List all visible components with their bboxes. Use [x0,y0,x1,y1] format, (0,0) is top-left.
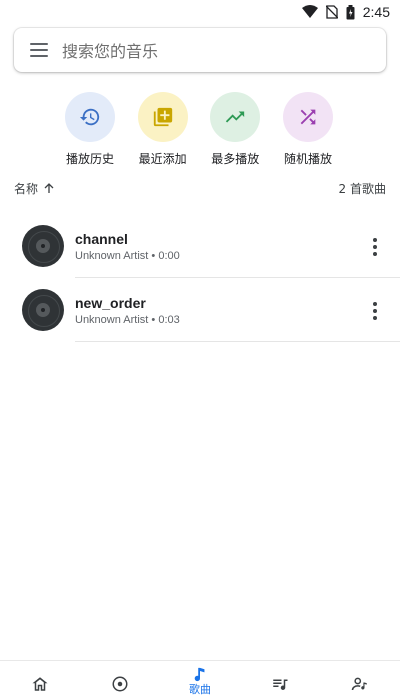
search-placeholder[interactable]: 搜索您的音乐 [62,38,158,62]
recently-added-label: 最近添加 [138,152,187,166]
history-label: 播放历史 [65,152,114,166]
list-item[interactable]: new_order Unknown Artist • 0:03 [0,278,400,342]
quick-action-history[interactable]: 播放历史 [58,92,122,167]
album-icon [112,676,128,692]
nav-home[interactable] [0,661,80,700]
list-item[interactable]: channel Unknown Artist • 0:00 [0,214,400,278]
search-bar[interactable]: 搜索您的音乐 [14,28,386,72]
more-options-icon[interactable] [370,238,380,256]
history-icon [79,108,100,126]
song-subtitle: Unknown Artist • 0:03 [75,313,180,326]
arrow-up-icon [44,183,54,193]
nav-songs[interactable]: 歌曲 [160,661,240,700]
shuffle-icon [300,109,316,125]
library-add-icon [153,107,172,127]
status-bar: 2:45 [0,0,400,24]
quick-action-most-played[interactable]: 最多播放 [203,92,267,167]
trending-up-icon [226,111,245,123]
song-subtitle: Unknown Artist • 0:00 [75,249,180,262]
recently-added-button[interactable] [137,92,188,142]
battery-icon [346,4,355,19]
nav-albums[interactable] [80,661,160,700]
quick-action-recently-added[interactable]: 最近添加 [131,92,195,167]
music-note-icon [194,667,205,682]
nav-songs-label: 歌曲 [189,683,211,696]
clock-time: 2:45 [362,4,390,20]
song-title: new_order [75,294,146,311]
quick-action-shuffle[interactable]: 随机播放 [276,92,340,167]
home-icon [32,677,48,691]
bottom-nav: 歌曲 [0,660,400,700]
disc-icon [22,289,64,331]
most-played-label: 最多播放 [211,152,260,166]
wifi-icon [301,5,318,18]
history-button[interactable] [65,92,115,142]
no-sim-icon [325,5,338,19]
nav-playlists[interactable] [240,661,320,700]
nav-artists[interactable] [320,661,400,700]
more-options-icon[interactable] [370,302,380,320]
menu-icon[interactable] [30,43,48,57]
song-count: 2 首歌曲 [338,182,386,196]
sort-label: 名称 [14,182,39,196]
sort-row: 名称 2 首歌曲 [14,180,386,197]
artist-icon [351,677,367,691]
quick-actions: 播放历史 最近添加 最多播放 随机播放 [58,92,340,167]
playlist-icon [273,679,288,691]
shuffle-button[interactable] [282,92,333,142]
song-list: channel Unknown Artist • 0:00 new_order … [0,214,400,342]
sort-button[interactable]: 名称 [14,180,54,197]
shuffle-label: 随机播放 [283,152,332,166]
song-title: channel [75,230,128,247]
disc-icon [22,225,64,267]
divider [75,341,400,342]
most-played-button[interactable] [210,92,261,142]
